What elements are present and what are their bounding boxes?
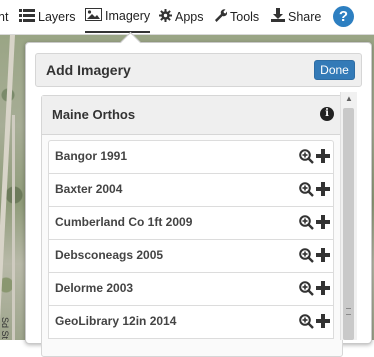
download-icon — [271, 8, 285, 25]
group-header[interactable]: Maine Orthos i — [42, 96, 342, 135]
info-icon[interactable]: i — [320, 107, 334, 121]
list-item[interactable]: Delorme 2003 — [48, 272, 334, 306]
zoom-in-icon[interactable] — [299, 314, 314, 329]
scroll-up-icon[interactable]: ▲ — [341, 92, 357, 106]
imagery-list: Bangor 1991 Baxter 2004 Cumberland Co 1f… — [48, 140, 334, 339]
imagery-item-label: GeoLibrary 12in 2014 — [55, 314, 177, 328]
list-item[interactable]: GeoLibrary 12in 2014 — [48, 305, 334, 339]
add-icon[interactable] — [316, 248, 330, 262]
top-toolbar: nt Layers Imagery Apps Tools Share ? — [0, 0, 374, 35]
zoom-in-icon[interactable] — [299, 182, 314, 197]
panel-title: Add Imagery — [46, 62, 131, 78]
toolbar-item-label: nt — [0, 9, 9, 24]
zoom-in-icon[interactable] — [299, 248, 314, 263]
add-icon[interactable] — [316, 215, 330, 229]
imagery-item-label: Delorme 2003 — [55, 281, 134, 295]
panel-header: Add Imagery Done — [35, 53, 362, 87]
list-item[interactable]: Baxter 2004 — [48, 173, 334, 207]
add-icon[interactable] — [316, 182, 330, 196]
imagery-item-label: Bangor 1991 — [55, 149, 128, 163]
map-road — [12, 115, 15, 340]
toolbar-item-label: Share — [288, 9, 322, 24]
gear-icon — [159, 8, 172, 25]
wrench-icon — [213, 8, 228, 25]
toolbar-item-share[interactable]: Share — [271, 0, 321, 33]
list-item[interactable]: Cumberland Co 1ft 2009 — [48, 206, 334, 240]
imagery-item-label: Baxter 2004 — [55, 182, 123, 196]
imagery-group-maine-orthos: Maine Orthos i Bangor 1991 Baxter 2004 C… — [41, 95, 343, 357]
scrollbar-thumb[interactable] — [343, 108, 354, 340]
add-imagery-panel: Add Imagery Done Maine Orthos i Bangor 1… — [25, 42, 372, 357]
toolbar-item-tools[interactable]: Tools — [213, 0, 259, 33]
map-street-label: Sd St — [0, 317, 10, 340]
add-icon[interactable] — [316, 314, 330, 328]
add-icon[interactable] — [316, 149, 330, 163]
scroll-grip-icon — [346, 308, 351, 315]
zoom-in-icon[interactable] — [299, 149, 314, 164]
list-item[interactable]: Debsconeags 2005 — [48, 239, 334, 273]
list-item[interactable]: Bangor 1991 — [48, 140, 334, 174]
zoom-in-icon[interactable] — [299, 215, 314, 230]
toolbar-item-apps[interactable]: Apps — [159, 0, 204, 33]
zoom-in-icon[interactable] — [299, 281, 314, 296]
image-icon — [85, 7, 102, 24]
done-button[interactable]: Done — [314, 60, 355, 80]
toolbar-item-imagery[interactable]: Imagery — [85, 0, 151, 33]
add-icon[interactable] — [316, 281, 330, 295]
imagery-item-label: Debsconeags 2005 — [55, 248, 164, 262]
toolbar-item-layers[interactable]: Layers — [19, 0, 76, 33]
imagery-item-label: Cumberland Co 1ft 2009 — [55, 215, 193, 229]
toolbar-item-label: Apps — [175, 9, 204, 24]
toolbar-item-label: Imagery — [105, 8, 151, 23]
toolbar-item-print[interactable]: nt — [0, 0, 8, 33]
toolbar-item-label: Tools — [230, 9, 260, 24]
toolbar-item-label: Layers — [38, 9, 76, 24]
layers-icon — [19, 8, 35, 25]
panel-scrollbar[interactable]: ▲ — [340, 92, 357, 340]
help-icon[interactable]: ? — [333, 6, 354, 27]
group-title: Maine Orthos — [52, 107, 136, 122]
